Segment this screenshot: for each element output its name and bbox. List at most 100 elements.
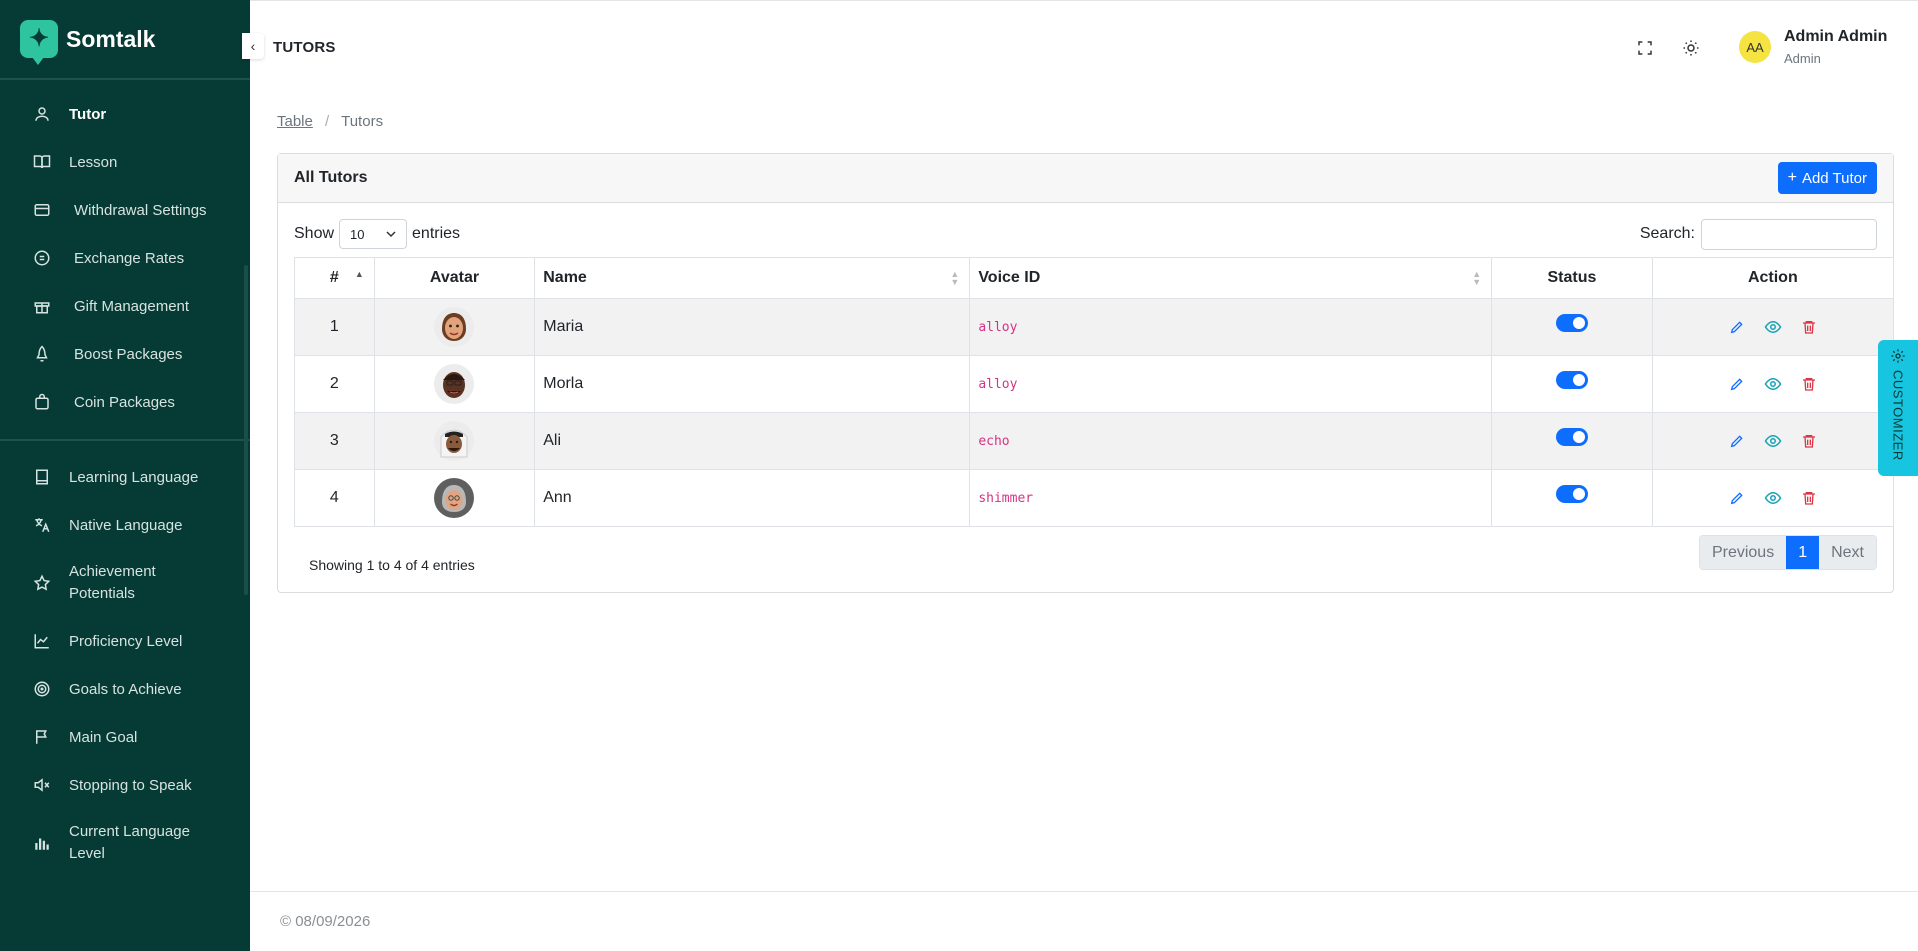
breadcrumb-current: Tutors bbox=[341, 113, 384, 130]
sidebar-scrollbar[interactable] bbox=[244, 265, 248, 595]
user-avatar[interactable]: AA bbox=[1739, 31, 1771, 63]
sidebar-item-achievement-potentials[interactable]: Achievement Potentials bbox=[0, 549, 250, 617]
sidebar-item-exchange-rates[interactable]: Exchange Rates bbox=[0, 234, 250, 282]
sidebar-item-label: Main Goal bbox=[69, 728, 138, 746]
action-cell bbox=[1651, 298, 1895, 356]
elderly-woman-avatar bbox=[434, 478, 475, 518]
tutor-name: Morla bbox=[534, 355, 971, 413]
sidebar-item-tutor[interactable]: Tutor bbox=[0, 90, 250, 138]
user-name[interactable]: Admin Admin bbox=[1784, 28, 1887, 46]
sidebar-item-main-goal[interactable]: Main Goal bbox=[0, 713, 250, 761]
avatar-cell bbox=[373, 469, 536, 527]
fullscreen-button[interactable] bbox=[1634, 37, 1656, 59]
sidebar-item-label: Lesson bbox=[69, 153, 118, 171]
show-label: Show bbox=[294, 225, 335, 242]
sidebar-item-label: Tutor bbox=[69, 105, 107, 123]
table-row: 2 Morla alloy bbox=[294, 355, 1895, 413]
column-header-action: Action bbox=[1651, 257, 1895, 299]
logo-mark-icon: ✦ bbox=[20, 20, 58, 65]
sidebar-item-gift-management[interactable]: Gift Management bbox=[0, 282, 250, 330]
star-icon bbox=[32, 573, 52, 593]
sidebar-item-coin-packages[interactable]: Coin Packages bbox=[0, 378, 250, 426]
brand-logo[interactable]: ✦ Somtalk bbox=[0, 0, 250, 80]
card-header: All Tutors + Add Tutor bbox=[278, 154, 1893, 203]
sidebar-item-withdrawal-settings[interactable]: Withdrawal Settings bbox=[0, 186, 250, 234]
theme-toggle-button[interactable] bbox=[1680, 37, 1702, 59]
status-toggle[interactable] bbox=[1555, 371, 1588, 389]
column-header-avatar: Avatar bbox=[373, 257, 536, 299]
edit-icon[interactable] bbox=[1727, 431, 1747, 451]
sidebar-item-label: Current Language Level bbox=[69, 823, 190, 862]
pagination: Previous 1 Next bbox=[1698, 535, 1877, 570]
voice-id: shimmer bbox=[969, 469, 1493, 527]
voice-id: alloy bbox=[969, 355, 1493, 413]
flag-icon bbox=[32, 727, 52, 747]
customizer-label: CUSTOMIZER bbox=[1890, 370, 1906, 461]
sidebar-item-proficiency-level[interactable]: Proficiency Level bbox=[0, 617, 250, 665]
previous-page-button[interactable]: Previous bbox=[1699, 536, 1787, 569]
sidebar-item-label: Learning Language bbox=[69, 468, 199, 486]
sidebar-item-goals-to-achieve[interactable]: Goals to Achieve bbox=[0, 665, 250, 713]
man-avatar bbox=[434, 364, 475, 404]
view-icon[interactable] bbox=[1763, 317, 1783, 337]
sidebar-item-learning-language[interactable]: Learning Language bbox=[0, 453, 250, 501]
add-tutor-button[interactable]: + Add Tutor bbox=[1777, 162, 1877, 194]
card-title: All Tutors bbox=[294, 169, 368, 186]
delete-icon[interactable] bbox=[1799, 374, 1819, 394]
collapse-sidebar-button[interactable]: ‹ bbox=[242, 33, 264, 59]
breadcrumb: Table / Tutors bbox=[277, 113, 383, 130]
status-toggle[interactable] bbox=[1555, 485, 1588, 503]
sidebar-item-native-language[interactable]: Native Language bbox=[0, 501, 250, 549]
view-icon[interactable] bbox=[1763, 488, 1783, 508]
coin-icon bbox=[32, 248, 52, 268]
gift-icon bbox=[32, 296, 52, 316]
status-cell bbox=[1491, 469, 1653, 527]
target-icon bbox=[32, 679, 52, 699]
page-1-button[interactable]: 1 bbox=[1786, 536, 1820, 569]
user-role: Admin bbox=[1784, 51, 1821, 66]
view-icon[interactable] bbox=[1763, 374, 1783, 394]
search-input[interactable] bbox=[1701, 218, 1877, 250]
status-toggle[interactable] bbox=[1555, 314, 1588, 332]
view-icon[interactable] bbox=[1763, 431, 1783, 451]
edit-icon[interactable] bbox=[1727, 488, 1747, 508]
delete-icon[interactable] bbox=[1799, 317, 1819, 337]
page-length-select[interactable]: 10 bbox=[339, 219, 408, 249]
edit-icon[interactable] bbox=[1727, 317, 1747, 337]
delete-icon[interactable] bbox=[1799, 488, 1819, 508]
translate-icon bbox=[32, 515, 52, 535]
breadcrumb-link-table[interactable]: Table bbox=[277, 113, 313, 130]
wallet-icon bbox=[32, 200, 52, 220]
status-cell bbox=[1491, 412, 1653, 470]
bag-icon bbox=[32, 392, 52, 412]
table-row: 1 Maria alloy bbox=[294, 298, 1895, 356]
chevron-down-icon bbox=[386, 231, 396, 238]
delete-icon[interactable] bbox=[1799, 431, 1819, 451]
edit-icon[interactable] bbox=[1727, 374, 1747, 394]
fullscreen-icon bbox=[1638, 41, 1652, 55]
column-header-voice-id[interactable]: Voice ID ▲ ▼ bbox=[969, 257, 1493, 299]
woman-avatar bbox=[434, 307, 475, 347]
sidebar-nav: Tutor Lesson Withdrawal Settings Exchang… bbox=[0, 80, 250, 877]
sidebar-item-boost-packages[interactable]: Boost Packages bbox=[0, 330, 250, 378]
sidebar-item-label: Stopping to Speak bbox=[69, 776, 192, 794]
column-header-name[interactable]: Name ▲ ▼ bbox=[534, 257, 971, 299]
sidebar-item-label: Exchange Rates bbox=[74, 249, 185, 267]
gear-icon bbox=[1891, 349, 1905, 363]
customizer-tab[interactable]: CUSTOMIZER bbox=[1878, 340, 1918, 476]
sidebar-item-label: Gift Management bbox=[74, 297, 190, 315]
brand-name: Somtalk bbox=[66, 25, 156, 52]
book-open-icon bbox=[32, 152, 52, 172]
status-toggle[interactable] bbox=[1555, 428, 1588, 446]
column-header-number[interactable]: # ▲ bbox=[294, 257, 375, 299]
sort-icon: ▲ ▼ bbox=[1472, 269, 1482, 287]
topbar: ‹ TUTORS AA Admin Admin Admin bbox=[242, 0, 1918, 95]
sidebar-item-stopping-to-speak[interactable]: Stopping to Speak bbox=[0, 761, 250, 809]
book-icon bbox=[32, 467, 52, 487]
table-header-row: # ▲ Avatar Name ▲ ▼ Voice ID ▲ ▼ Status Actio… bbox=[294, 257, 1895, 299]
next-page-button[interactable]: Next bbox=[1819, 536, 1876, 569]
sidebar-item-current-language-level[interactable]: Current Language Level bbox=[0, 809, 250, 877]
sidebar-item-label: Boost Packages bbox=[74, 345, 183, 363]
sidebar-item-lesson[interactable]: Lesson bbox=[0, 138, 250, 186]
status-cell bbox=[1491, 298, 1653, 356]
